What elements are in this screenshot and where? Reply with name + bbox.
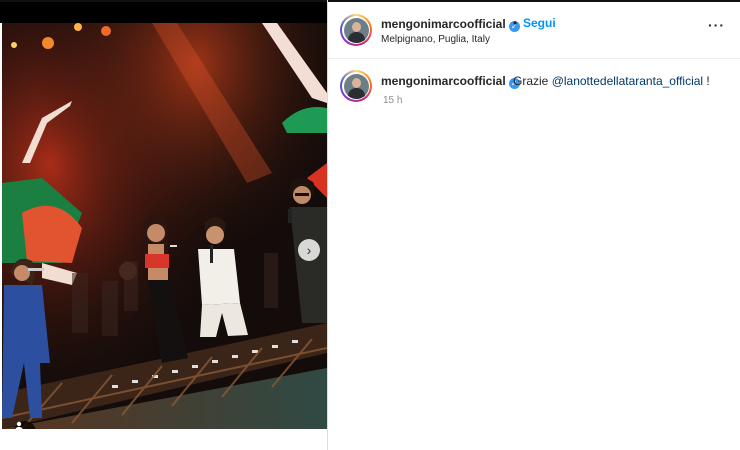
author-avatar[interactable]	[340, 14, 372, 46]
panel-divider	[327, 0, 328, 450]
author-username[interactable]: mengonimarcoofficial ✓	[381, 17, 520, 32]
caption-mention-link[interactable]: @lanottedellataranta_official	[552, 74, 703, 88]
concert-photo	[2, 23, 327, 429]
more-options-icon[interactable]: ···	[708, 17, 725, 33]
caption-text: Grazie @lanottedellataranta_official !	[513, 74, 710, 88]
post-location[interactable]: Melpignano, Puglia, Italy	[381, 34, 490, 45]
photo-bottom-band	[0, 429, 327, 450]
post-header: mengonimarcoofficial ✓ • Segui Melpignano…	[328, 0, 740, 59]
header-separator: •	[513, 16, 518, 30]
caption-username[interactable]: mengonimarcoofficial ✓	[381, 74, 520, 89]
photo-top-band	[0, 0, 327, 23]
chevron-right-icon: ›	[306, 242, 312, 258]
caption-timestamp[interactable]: 15 h	[383, 95, 402, 106]
post-photo[interactable]: ›	[2, 23, 327, 429]
carousel-next-button[interactable]: ›	[298, 239, 320, 261]
follow-button[interactable]: Segui	[523, 16, 556, 30]
user-tag-icon	[15, 421, 23, 429]
caption-avatar[interactable]	[340, 70, 372, 102]
